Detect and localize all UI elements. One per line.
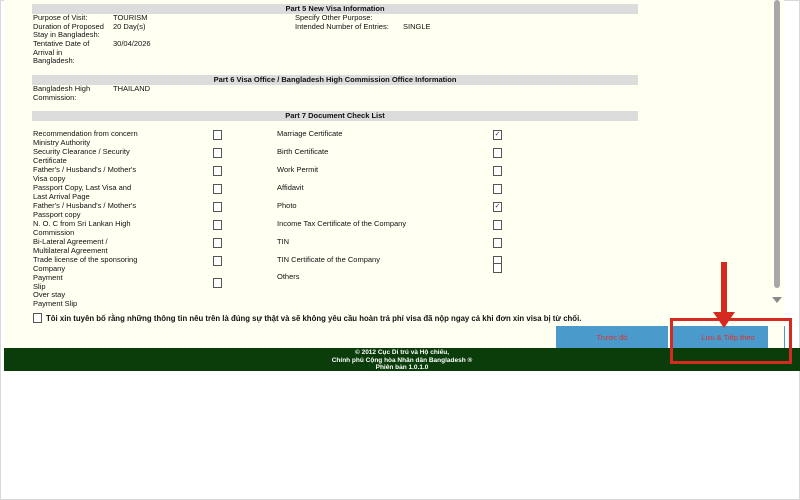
doc-checkbox[interactable] — [213, 148, 222, 158]
doc-checkbox[interactable] — [493, 166, 502, 176]
entries-value: SINGLE — [403, 21, 431, 31]
doc-label: Work Permit — [277, 165, 319, 174]
doc-label: Others — [277, 272, 300, 281]
doc-checkbox[interactable]: ✓ — [493, 202, 502, 212]
doc-label: Photo — [277, 201, 297, 210]
doc-checkbox[interactable] — [213, 166, 222, 176]
doc-label: Security Clearance / Security Certificat… — [33, 147, 130, 165]
entries-label: Intended Number of Entries: — [295, 21, 389, 31]
footer-version: Phiên bản 1.0.1.0 — [375, 364, 429, 371]
part7-header: Part 7 Document Check List — [32, 111, 638, 121]
doc-label: Bi-Lateral Agreement / Multilateral Agre… — [33, 237, 108, 255]
annotation-arrow-shaft — [721, 262, 727, 314]
doc-checkbox[interactable] — [213, 278, 222, 288]
doc-checkbox[interactable] — [493, 238, 502, 248]
duration-label: Duration of Proposed Stay in Bangladesh: — [33, 21, 104, 39]
doc-checkbox[interactable] — [213, 130, 222, 140]
doc-label: TIN — [277, 237, 290, 246]
doc-checkbox[interactable] — [493, 263, 502, 273]
arrow-down-icon — [713, 312, 735, 328]
commission-value: THAILAND — [113, 84, 151, 93]
declaration-checkbox[interactable] — [33, 313, 42, 323]
declaration-text: Tôi xin tuyên bố rằng những thông tin nê… — [46, 314, 582, 323]
doc-label: Over stay Payment Slip — [33, 290, 78, 308]
doc-label: Trade license of the sponsoring Company — [33, 255, 138, 273]
doc-checkbox[interactable] — [213, 184, 222, 194]
doc-checkbox[interactable] — [213, 202, 222, 212]
doc-label: Birth Certificate — [277, 147, 329, 156]
doc-label: Recommendation from concern Ministry Aut… — [33, 129, 138, 147]
doc-label: Payment Slip — [33, 273, 63, 291]
arrival-value: 30/04/2026 — [113, 39, 151, 48]
scrollbar-thumb[interactable] — [774, 0, 780, 288]
doc-checkbox[interactable] — [213, 256, 222, 266]
doc-label: Income Tax Certificate of the Company — [277, 219, 407, 228]
doc-checkbox[interactable] — [213, 238, 222, 248]
doc-label: TIN Certificate of the Company — [277, 255, 380, 264]
doc-label: Marriage Certificate — [277, 129, 343, 138]
arrival-label: Tentative Date of Arrival in Bangladesh: — [33, 39, 90, 65]
doc-label: Father's / Husband's / Mother's Passport… — [33, 201, 137, 219]
doc-checkbox[interactable] — [493, 184, 502, 194]
doc-label: N. O. C from Sri Lankan High Commission — [33, 219, 131, 237]
doc-checkbox[interactable] — [493, 220, 502, 230]
previous-button[interactable]: Trước đó — [556, 326, 668, 348]
doc-label: Father's / Husband's / Mother's Visa cop… — [33, 165, 137, 183]
doc-checkbox[interactable] — [213, 220, 222, 230]
doc-label: Passport Copy, Last Visa and Last Arriva… — [33, 183, 132, 201]
doc-checkbox[interactable]: ✓ — [493, 130, 502, 140]
scroll-down-icon[interactable] — [772, 297, 782, 303]
doc-checkbox[interactable] — [493, 148, 502, 158]
commission-label: Bangladesh High Commission: — [33, 84, 91, 102]
doc-label: Affidavit — [277, 183, 304, 192]
duration-value: 20 Day(s) — [113, 21, 146, 31]
